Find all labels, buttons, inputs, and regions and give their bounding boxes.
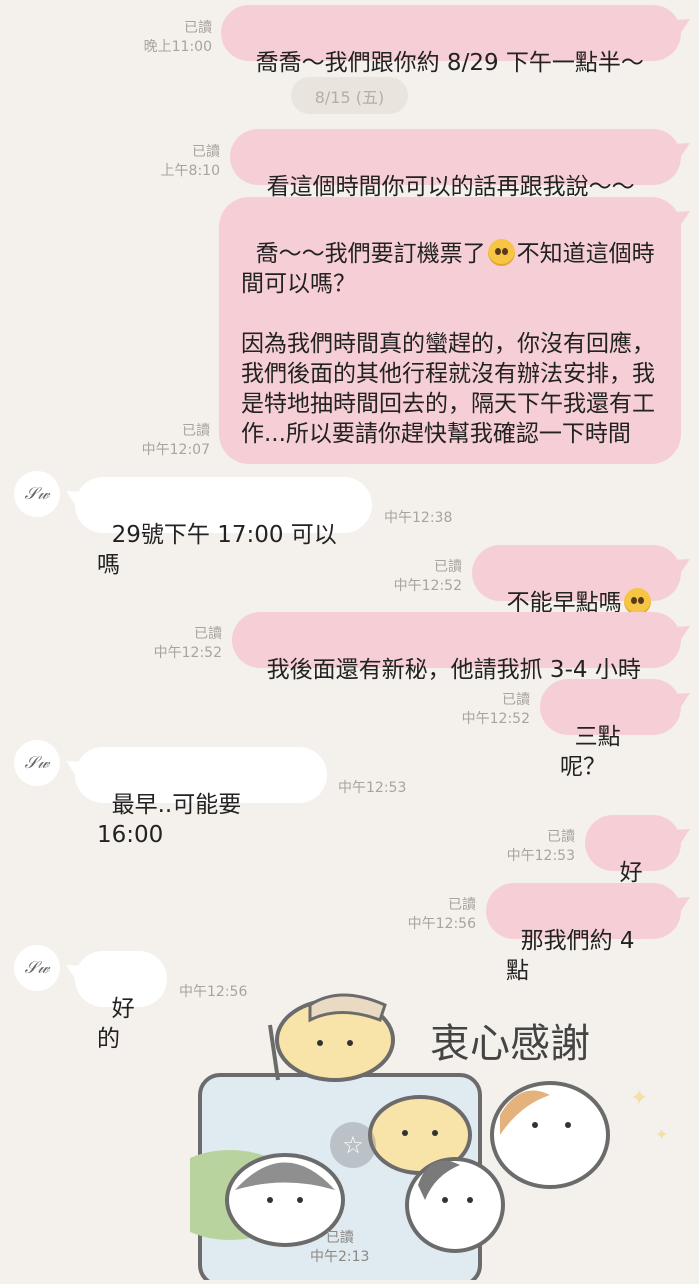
- read-receipt: 已讀 晚上11:00: [143, 20, 212, 55]
- star-icon[interactable]: ☆: [330, 1122, 376, 1168]
- read-receipt: 已讀 中午12:53: [506, 829, 575, 864]
- read-receipt: 已讀 中午12:52: [461, 692, 530, 727]
- message-bubble-incoming[interactable]: 最早..可能要 16:00: [75, 747, 327, 848]
- message-text: 29號下午 17:00 可以嗎: [97, 522, 337, 578]
- message-bubble-outgoing[interactable]: 那我們約 4 點: [486, 883, 681, 984]
- sticker-illustration: 衷心感謝 ✦ ✦: [160, 993, 668, 1284]
- timestamp: 中午12:53: [338, 780, 407, 796]
- sparkle-icon: ✦: [655, 1125, 668, 1144]
- date-separator: 8/15 (五): [291, 77, 408, 114]
- pleading-face-emoji-icon: [623, 588, 651, 615]
- message-bubble-outgoing[interactable]: 喬～～我們要訂機票了 不知道這個時間可以嗎？ 因為我們時間真的蠻趕的，你沒有回應，…: [219, 197, 681, 464]
- contact-avatar[interactable]: 𝒮𝓌: [14, 740, 60, 786]
- message-text: 喬喬～我們跟你約 8/29 下午一點半～: [255, 50, 644, 76]
- sticker-caption: 衷心感謝: [430, 1022, 590, 1066]
- read-receipt: 已讀 中午12:52: [393, 559, 462, 594]
- message-bubble-outgoing[interactable]: 我後面還有新秘，他請我抓 3-4 小時: [232, 612, 681, 683]
- message-bubble-outgoing[interactable]: 好的: [585, 815, 681, 916]
- timestamp: 中午12:38: [384, 510, 453, 526]
- read-receipt: 已讀 中午2:13: [310, 1230, 370, 1265]
- message-bubble-incoming[interactable]: 好的: [75, 951, 167, 1052]
- read-receipt: 已讀 上午8:10: [160, 144, 220, 179]
- contact-avatar[interactable]: 𝒮𝓌: [14, 471, 60, 517]
- read-receipt: 已讀 中午12:07: [141, 423, 210, 458]
- contact-avatar[interactable]: 𝒮𝓌: [14, 945, 60, 991]
- read-receipt: 已讀 中午12:56: [407, 897, 476, 932]
- message-text: 三點呢？: [560, 724, 621, 780]
- message-text: 那我們約 4 點: [506, 928, 642, 984]
- message-text: 最早..可能要 16:00: [97, 792, 249, 848]
- sparkle-icon: ✦: [630, 1086, 648, 1111]
- pleading-face-emoji-icon: [487, 239, 515, 266]
- message-bubble-outgoing[interactable]: 三點呢？: [540, 679, 681, 780]
- message-bubble-incoming[interactable]: 29號下午 17:00 可以嗎: [75, 477, 372, 578]
- message-text: 不知道這個時間可以嗎？ 因為我們時間真的蠻趕的，你沒有回應，我們後面的其他行程就…: [241, 241, 655, 447]
- message-text: 喬～～我們要訂機票了: [255, 241, 486, 267]
- message-text: 好的: [97, 996, 135, 1052]
- read-receipt: 已讀 中午12:52: [153, 626, 222, 661]
- message-bubble-outgoing[interactable]: 不能早點嗎: [472, 545, 681, 616]
- message-bubble-outgoing[interactable]: 看這個時間你可以的話再跟我說～～: [230, 129, 681, 200]
- message-bubble-outgoing[interactable]: 喬喬～我們跟你約 8/29 下午一點半～: [221, 5, 681, 76]
- thank-you-sticker[interactable]: 衷心感謝 ✦ ✦: [160, 985, 690, 1284]
